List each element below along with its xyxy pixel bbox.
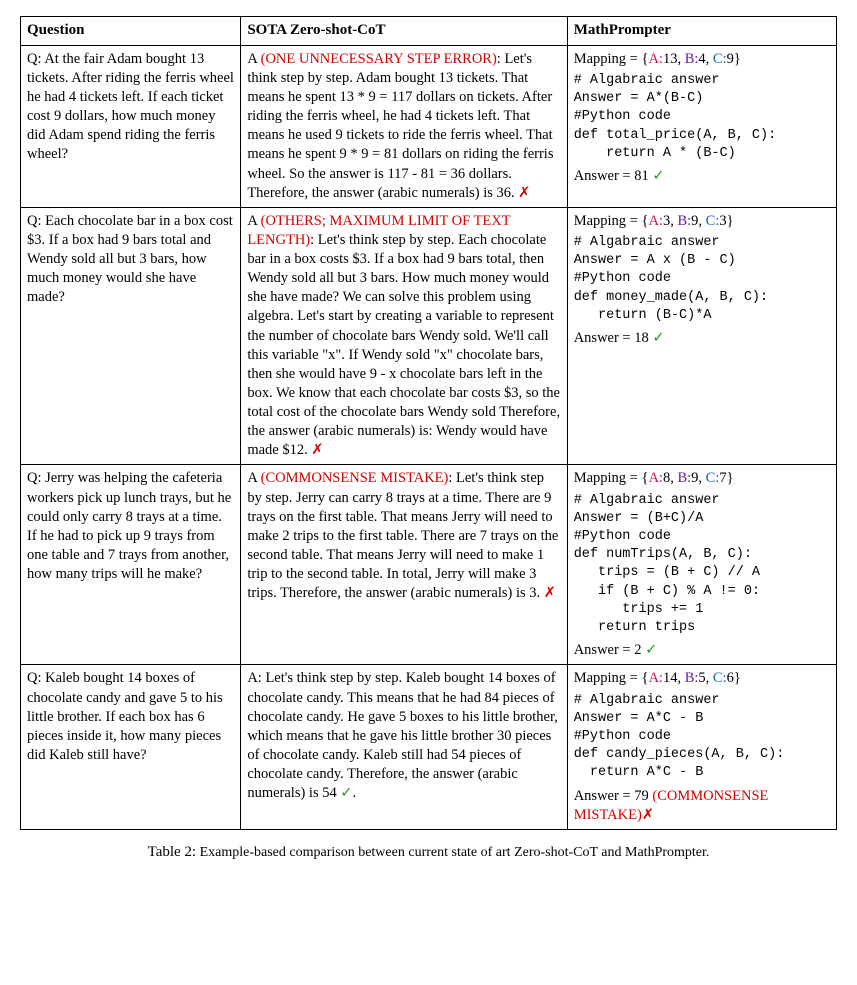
answer-line: Answer = 2 ✓ [574,641,830,660]
code-block: # Algabraic answer Answer = A*C - B #Pyt… [574,692,830,783]
check-icon: ✓ [652,330,664,346]
answer-value: 79 [634,788,652,804]
mapping-var: A: [648,51,663,67]
question-cell: Q: Each chocolate bar in a box cost $3. … [21,207,241,465]
comparison-table: Question SOTA Zero-shot-CoT MathPrompter… [20,16,837,830]
mapping-var: C: [713,670,727,686]
mapping-line: Mapping = {A:3, B:9, C:3} [574,212,830,231]
mapping-var: B: [677,213,691,229]
mapping-var: C: [706,470,720,486]
answer-value: 81 [634,168,652,184]
check-icon: ✓ [340,785,352,801]
table-caption: Table 2: Example-based comparison betwee… [20,844,837,861]
sota-cell: A (COMMONSENSE MISTAKE): Let's think ste… [241,465,567,665]
mapping-label: Mapping = { [574,470,649,486]
table-row: Q: Jerry was helping the cafeteria worke… [21,465,837,665]
sota-cell: A (OTHERS; MAXIMUM LIMIT OF TEXT LENGTH)… [241,207,567,465]
mapping-line: Mapping = {A:8, B:9, C:7} [574,469,830,488]
table-row: Q: Kaleb bought 14 boxes of chocolate ca… [21,665,837,829]
answer-label: Answer = [574,642,635,658]
sota-prefix: A: [247,670,265,686]
mapping-var: B: [677,470,691,486]
col-header-mathprompter: MathPrompter [567,17,836,46]
mapping-value: 6 [727,670,734,686]
caption-label: Table 2: [148,844,197,860]
mapping-value: 5 [698,670,705,686]
mapping-close: } [727,213,734,229]
question-text: Q: At the fair Adam bought 13 tickets. A… [27,51,234,163]
answer-line: Answer = 81 ✓ [574,167,830,186]
code-block: # Algabraic answer Answer = (B+C)/A #Pyt… [574,492,830,638]
sota-cell: A: Let's think step by step. Kaleb bough… [241,665,567,829]
mapping-label: Mapping = { [574,51,649,67]
cross-icon: ✗ [544,585,556,601]
mathprompter-cell: Mapping = {A:8, B:9, C:7} # Algabraic ans… [567,465,836,665]
mapping-value: 7 [719,470,726,486]
mapping-close: } [727,470,734,486]
question-text: Q: Kaleb bought 14 boxes of chocolate ca… [27,670,223,763]
answer-label: Answer = [574,168,635,184]
sota-body: : Let's think step by step. Adam bought … [247,51,553,201]
sota-error-label: (ONE UNNECESSARY STEP ERROR) [261,51,497,67]
mapping-value: 14 [663,670,678,686]
check-icon: ✓ [645,642,657,658]
mapping-var: C: [713,51,727,67]
sota-body: : Let's think step by step. Jerry can ca… [247,470,558,601]
mapping-value: 13 [663,51,678,67]
mapping-value: 3 [719,213,726,229]
mapping-value: 9 [727,51,734,67]
mapping-var: A: [648,213,663,229]
question-cell: Q: Kaleb bought 14 boxes of chocolate ca… [21,665,241,829]
answer-line: Answer = 79 (COMMONSENSE MISTAKE)✗ [574,787,830,825]
mathprompter-cell: Mapping = {A:3, B:9, C:3}# Algabraic ans… [567,207,836,465]
sota-prefix: A [247,51,260,67]
question-cell: Q: At the fair Adam bought 13 tickets. A… [21,45,241,207]
question-text: Q: Jerry was helping the cafeteria worke… [27,470,231,582]
answer-value: 2 [634,642,645,658]
sota-body: Let's think step by step. Kaleb bought 1… [247,670,558,801]
sota-body: : Let's think step by step. Each chocola… [247,232,560,458]
mapping-close: } [734,670,741,686]
answer-line: Answer = 18 ✓ [574,329,830,348]
col-header-question: Question [21,17,241,46]
answer-label: Answer = [574,788,635,804]
cross-icon: ✗ [311,442,323,458]
mapping-var: A: [648,670,663,686]
mapping-line: Mapping = {A:13, B:4, C:9} [574,50,830,69]
answer-label: Answer = [574,330,635,346]
mapping-close: } [734,51,741,67]
caption-text: Example-based comparison between current… [200,845,710,860]
table-row: Q: Each chocolate bar in a box cost $3. … [21,207,837,465]
code-block: # Algabraic answer Answer = A x (B - C) … [574,234,830,325]
mathprompter-cell: Mapping = {A:13, B:4, C:9} # Algabraic an… [567,45,836,207]
mapping-label: Mapping = { [574,670,649,686]
check-icon: ✓ [652,168,664,184]
mathprompter-cell: Mapping = {A:14, B:5, C:6} # Algabraic an… [567,665,836,829]
sota-cell: A (ONE UNNECESSARY STEP ERROR): Let's th… [241,45,567,207]
cross-icon: ✗ [518,185,530,201]
question-cell: Q: Jerry was helping the cafeteria worke… [21,465,241,665]
cross-icon: ✗ [642,807,654,823]
sota-error-label: (COMMONSENSE MISTAKE) [261,470,449,486]
mapping-var: B: [685,51,699,67]
table-row: Q: At the fair Adam bought 13 tickets. A… [21,45,837,207]
mapping-label: Mapping = { [574,213,649,229]
mapping-var: A: [648,470,663,486]
mapping-var: C: [706,213,720,229]
code-block: # Algabraic answer Answer = A*(B-C) #Pyt… [574,72,830,163]
mapping-var: B: [685,670,699,686]
sota-prefix: A [247,470,260,486]
sota-tail: . [353,785,357,801]
question-text: Q: Each chocolate bar in a box cost $3. … [27,213,233,306]
col-header-sota: SOTA Zero-shot-CoT [241,17,567,46]
mapping-line: Mapping = {A:14, B:5, C:6} [574,669,830,688]
sota-prefix: A [247,213,260,229]
answer-value: 18 [634,330,652,346]
mapping-value: 4 [698,51,705,67]
